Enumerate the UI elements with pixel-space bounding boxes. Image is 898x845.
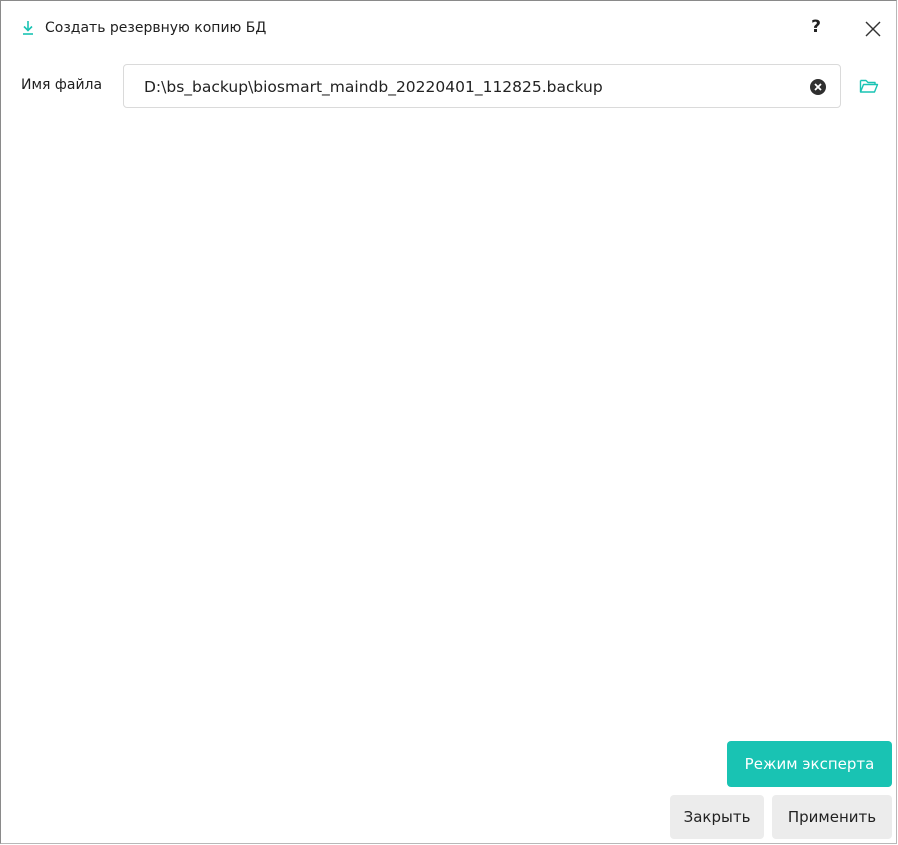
close-icon [859, 21, 887, 47]
folder-open-icon[interactable] [859, 78, 879, 94]
expert-mode-button[interactable]: Режим эксперта [727, 741, 892, 787]
clear-circle-icon[interactable] [809, 78, 827, 96]
backup-dialog: Создать резервную копию БД ? Имя файла D… [0, 0, 897, 844]
dialog-title: Создать резервную копию БД [45, 20, 267, 36]
file-name-label: Имя файла [21, 77, 103, 93]
help-button[interactable]: ? [803, 13, 829, 41]
close-window-button[interactable] [859, 15, 887, 43]
close-button[interactable]: Закрыть [670, 795, 764, 839]
file-name-input[interactable]: D:\bs_backup\biosmart_maindb_20220401_11… [123, 64, 841, 108]
download-icon [21, 20, 35, 36]
apply-button[interactable]: Применить [772, 795, 892, 839]
file-name-value[interactable]: D:\bs_backup\biosmart_maindb_20220401_11… [144, 77, 603, 97]
dialog-titlebar: Создать резервную копию БД ? [1, 1, 896, 51]
